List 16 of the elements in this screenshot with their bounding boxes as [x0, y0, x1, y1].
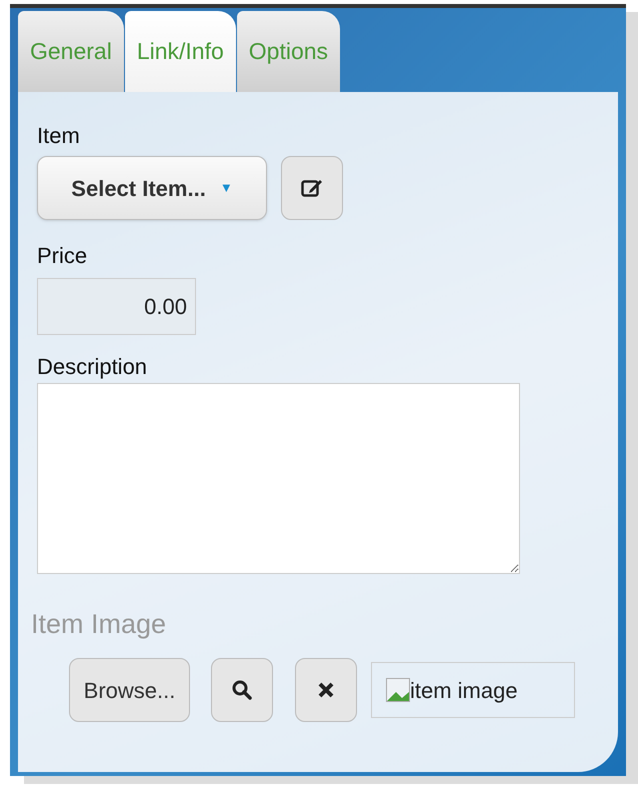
search-button[interactable]: [211, 658, 273, 722]
edit-button[interactable]: [281, 156, 343, 220]
remove-button[interactable]: [295, 658, 357, 722]
close-icon: [318, 682, 334, 698]
search-icon: [232, 680, 252, 700]
browse-button[interactable]: Browse...: [69, 658, 190, 722]
field-label: Description: [37, 353, 148, 381]
image-alt-text: item image: [410, 676, 518, 705]
price-field[interactable]: 0.00: [37, 278, 196, 335]
field-label: Item: [37, 122, 80, 150]
field-label: Price: [37, 242, 88, 270]
select-item-dropdown[interactable]: Select Item... ▼: [37, 156, 267, 220]
description-field[interactable]: [37, 383, 520, 574]
edit-icon: [301, 178, 323, 198]
section-heading: Item Image: [31, 608, 166, 640]
broken-image-icon: [386, 678, 410, 702]
